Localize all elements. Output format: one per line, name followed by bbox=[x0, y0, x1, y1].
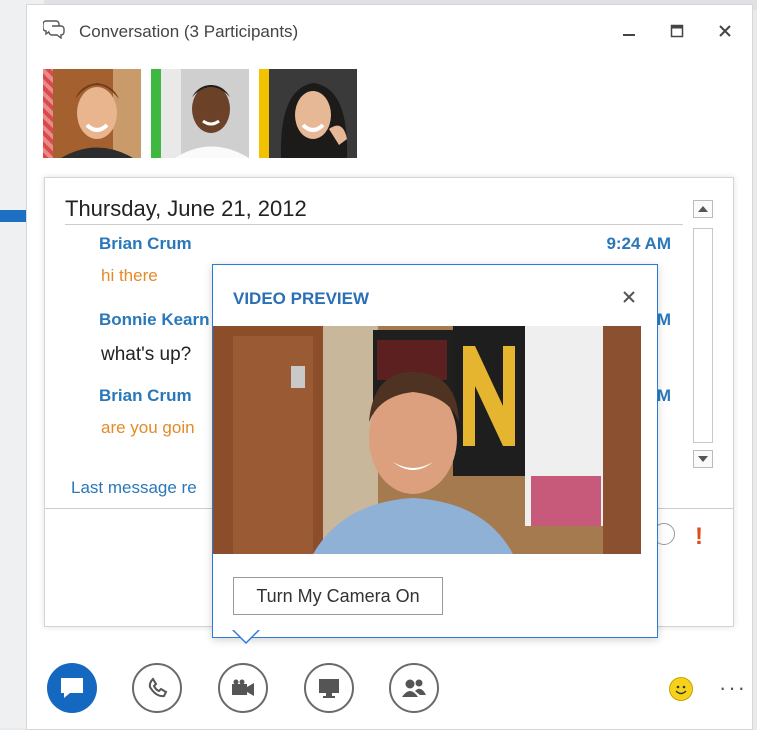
emoticon-icon[interactable] bbox=[669, 677, 693, 701]
conversation-date: Thursday, June 21, 2012 bbox=[65, 196, 307, 221]
history-scrollbar[interactable] bbox=[693, 200, 713, 468]
last-message-status: Last message re bbox=[71, 478, 197, 497]
avatar-photo bbox=[53, 69, 141, 158]
scroll-up-button[interactable] bbox=[693, 200, 713, 218]
message-text: what's up? bbox=[101, 344, 192, 365]
message-time: M bbox=[656, 310, 671, 329]
window-title: Conversation (3 Participants) bbox=[79, 22, 299, 41]
message-text: are you goin bbox=[101, 418, 195, 437]
close-button[interactable] bbox=[713, 19, 737, 43]
smiley-face-icon bbox=[675, 685, 687, 695]
phone-icon bbox=[148, 677, 168, 698]
maximize-button[interactable] bbox=[665, 19, 689, 43]
popup-pointer-fill bbox=[233, 629, 259, 642]
high-importance-icon[interactable]: ! bbox=[695, 523, 703, 551]
close-icon bbox=[719, 25, 731, 37]
arrow-up-icon bbox=[698, 206, 708, 212]
video-button[interactable] bbox=[218, 663, 268, 713]
video-preview-title: VIDEO PREVIEW bbox=[233, 289, 370, 308]
participant-avatar[interactable] bbox=[43, 69, 141, 158]
close-icon bbox=[623, 291, 635, 303]
scroll-down-button[interactable] bbox=[693, 450, 713, 468]
video-preview-feed bbox=[213, 326, 641, 554]
date-divider bbox=[65, 224, 683, 225]
message-time: 9:24 AM bbox=[606, 234, 671, 253]
presence-bar-busy bbox=[43, 69, 53, 158]
maximize-icon bbox=[670, 24, 684, 38]
presence-bar-away bbox=[259, 69, 269, 158]
participants-button[interactable] bbox=[389, 663, 439, 713]
presence-bar-available bbox=[151, 69, 161, 158]
arrow-down-icon bbox=[698, 456, 708, 462]
chat-bubble-icon bbox=[61, 678, 83, 698]
monitor-icon bbox=[319, 679, 339, 698]
im-button[interactable] bbox=[47, 663, 97, 713]
message-sender[interactable]: Bonnie Kearn bbox=[99, 310, 210, 330]
avatar-photo bbox=[161, 69, 249, 158]
video-preview-close-button[interactable] bbox=[623, 287, 635, 308]
video-preview-popup: VIDEO PREVIEW Turn My Camera On bbox=[212, 264, 658, 638]
message-time: M bbox=[656, 386, 671, 405]
message-sender[interactable]: Brian Crum bbox=[99, 234, 192, 254]
present-button[interactable] bbox=[304, 663, 354, 713]
message-sender[interactable]: Brian Crum bbox=[99, 386, 192, 406]
conversation-icon bbox=[43, 20, 65, 39]
more-options-button[interactable]: ··· bbox=[719, 675, 747, 701]
turn-camera-on-button[interactable]: Turn My Camera On bbox=[233, 577, 443, 615]
avatar-photo bbox=[269, 69, 357, 158]
participant-avatar[interactable] bbox=[259, 69, 357, 158]
minimize-icon bbox=[623, 34, 635, 36]
scroll-track[interactable] bbox=[693, 228, 713, 443]
message-text: hi there bbox=[101, 266, 158, 285]
call-button[interactable] bbox=[132, 663, 182, 713]
minimize-button[interactable] bbox=[617, 19, 641, 43]
people-icon bbox=[402, 679, 426, 697]
video-camera-icon bbox=[232, 679, 254, 696]
title-bar: Conversation (3 Participants) bbox=[27, 5, 752, 55]
participant-avatar[interactable] bbox=[151, 69, 249, 158]
